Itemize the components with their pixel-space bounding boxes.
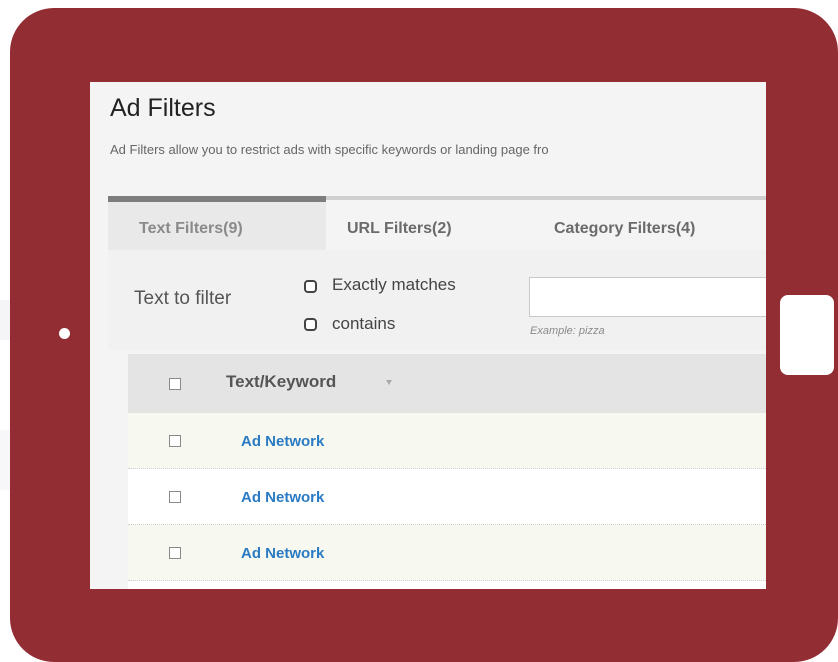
tab-text-filters[interactable]: Text Filters(9): [139, 220, 243, 238]
row-checkbox[interactable]: [169, 547, 181, 559]
camera-dot: [59, 328, 70, 339]
row-keyword-link[interactable]: Ad Network: [241, 545, 324, 562]
page-description: Ad Filters allow you to restrict ads wit…: [110, 142, 549, 157]
table-row: Ad Network: [128, 413, 766, 469]
filters-table: Text/Keyword Ad Network Ad Network Ad Ne…: [128, 354, 766, 589]
tab-url-filters[interactable]: URL Filters(2): [347, 220, 452, 238]
table-row: Ad Network: [128, 469, 766, 525]
exactly-matches-radio[interactable]: [304, 280, 317, 293]
input-example-hint: Example: pizza: [530, 325, 605, 337]
row-keyword-link[interactable]: Ad Network: [241, 433, 324, 450]
tablet-screen: Ad Filters Ad Filters allow you to restr…: [90, 82, 766, 589]
home-button[interactable]: [780, 295, 834, 375]
contains-label: contains: [332, 314, 396, 333]
contains-radio[interactable]: [304, 318, 317, 331]
row-checkbox[interactable]: [169, 435, 181, 447]
row-keyword-link[interactable]: Ad Network: [241, 489, 324, 506]
tab-category-filters[interactable]: Category Filters(4): [554, 220, 695, 238]
table-row: Ad Network: [128, 525, 766, 581]
filter-label: Text to filter: [134, 288, 232, 309]
filter-text-input[interactable]: [529, 277, 766, 317]
sort-down-icon[interactable]: [386, 380, 392, 385]
select-all-checkbox[interactable]: [169, 378, 181, 390]
row-checkbox[interactable]: [169, 491, 181, 503]
exactly-matches-label: Exactly matches: [332, 275, 456, 294]
page-title: Ad Filters: [110, 94, 216, 122]
active-tab-indicator: [108, 196, 326, 202]
table-header: Text/Keyword: [128, 354, 766, 413]
column-header-text-keyword[interactable]: Text/Keyword: [226, 372, 336, 392]
